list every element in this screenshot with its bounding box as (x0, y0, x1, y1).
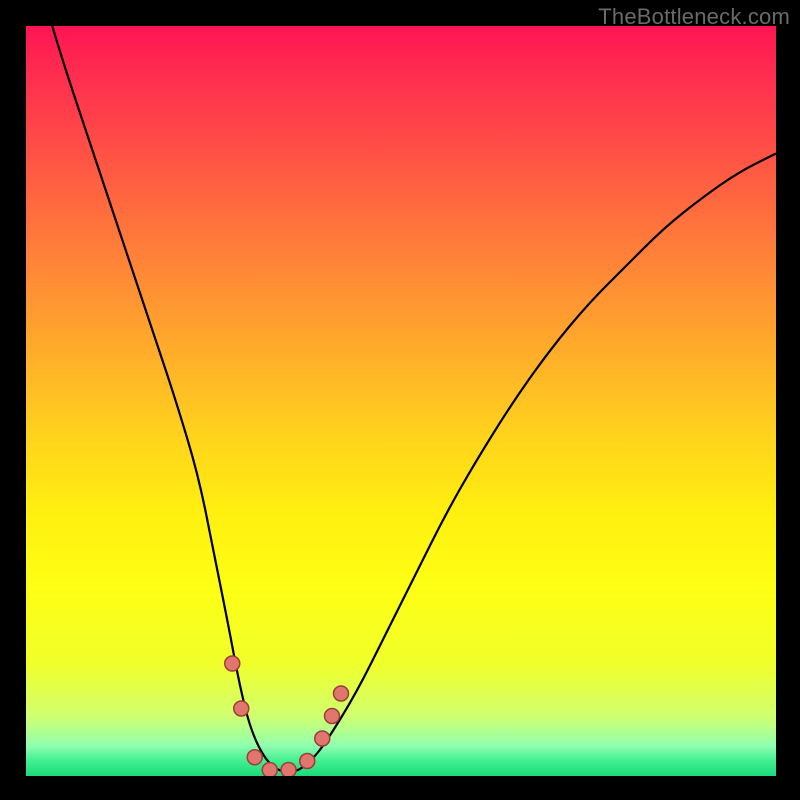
curve-marker (325, 709, 340, 724)
chart-svg (26, 26, 776, 776)
curve-marker (247, 750, 262, 765)
watermark-text: TheBottleneck.com (598, 4, 790, 30)
bottleneck-curve (41, 26, 776, 772)
curve-marker (334, 686, 349, 701)
curve-markers (225, 656, 349, 776)
curve-marker (225, 656, 240, 671)
chart-background (26, 26, 776, 776)
curve-marker (262, 763, 277, 777)
curve-marker (234, 701, 249, 716)
curve-marker (315, 731, 330, 746)
curve-marker (300, 754, 315, 769)
curve-marker (281, 763, 296, 777)
